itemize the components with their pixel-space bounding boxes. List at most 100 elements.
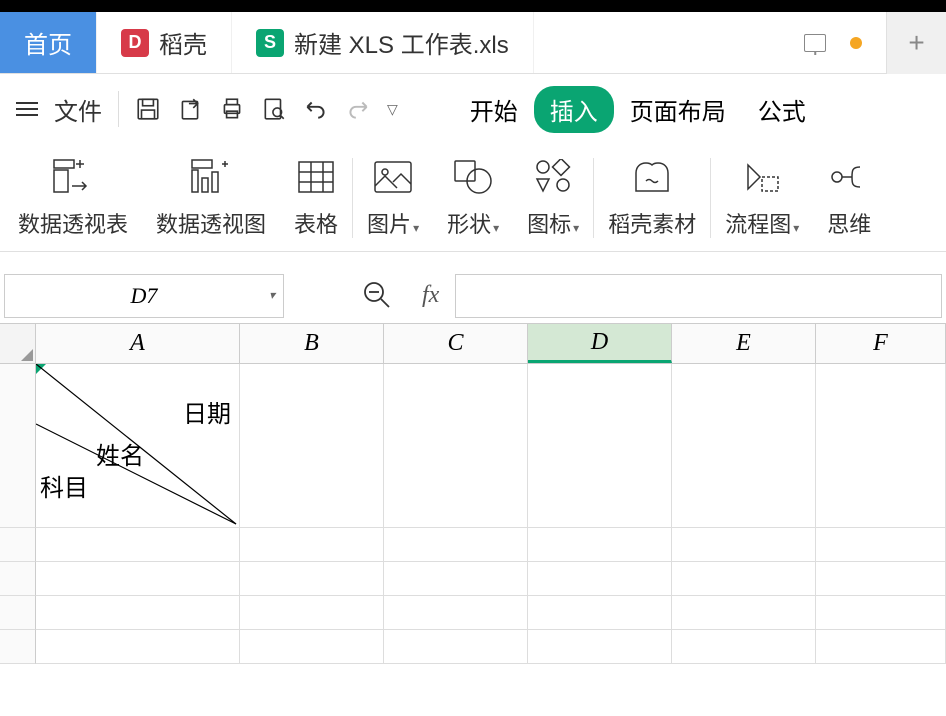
ribbon: 数据透视表 数据透视图 表格 图片▾ 形状▾ 图标▾ 稻壳素材: [0, 144, 946, 252]
col-header-d[interactable]: D: [528, 324, 672, 363]
pivot-table-icon: [51, 157, 95, 197]
cell-e4[interactable]: [672, 596, 816, 630]
spreadsheet-icon: S: [256, 29, 284, 57]
select-all-corner[interactable]: [0, 324, 36, 363]
chevron-down-icon: ▾: [269, 288, 275, 303]
cell-f2[interactable]: [816, 528, 946, 562]
cell-e5[interactable]: [672, 630, 816, 664]
cell-a4[interactable]: [36, 596, 240, 630]
cell-b2[interactable]: [240, 528, 384, 562]
docer-icon: D: [121, 29, 149, 57]
cell-c3[interactable]: [384, 562, 528, 596]
picture-button[interactable]: 图片▾: [353, 157, 433, 239]
cell-d3[interactable]: [528, 562, 672, 596]
diag-label-subject: 科目: [40, 468, 88, 503]
row-header-1[interactable]: [0, 364, 36, 528]
cell-f4[interactable]: [816, 596, 946, 630]
shapes-label: 形状▾: [447, 207, 499, 239]
print-icon: [219, 96, 245, 122]
row-header-3[interactable]: [0, 562, 36, 596]
cell-e3[interactable]: [672, 562, 816, 596]
cell-e2[interactable]: [672, 528, 816, 562]
table-button[interactable]: 表格: [280, 157, 352, 239]
cell-b5[interactable]: [240, 630, 384, 664]
col-header-e[interactable]: E: [672, 324, 816, 363]
tab-sheet-label: 新建 XLS 工作表.xls: [294, 25, 509, 60]
record-indicator-icon[interactable]: [850, 37, 862, 49]
icons-button[interactable]: 图标▾: [513, 157, 593, 239]
mindmap-label: 思维: [827, 207, 871, 239]
save-button[interactable]: [127, 88, 169, 130]
cell-a5[interactable]: [36, 630, 240, 664]
cell-a1[interactable]: 日期 姓名 科目: [36, 364, 240, 528]
cell-d2[interactable]: [528, 528, 672, 562]
cell-b4[interactable]: [240, 596, 384, 630]
cell-b1[interactable]: [240, 364, 384, 528]
column-headers: A B C D E F: [0, 324, 946, 364]
cell-d4[interactable]: [528, 596, 672, 630]
cell-f3[interactable]: [816, 562, 946, 596]
formula-input[interactable]: [455, 274, 942, 318]
hamburger-menu[interactable]: [8, 90, 46, 128]
cell-c2[interactable]: [384, 528, 528, 562]
tab-home[interactable]: 首页: [0, 12, 97, 73]
icons-icon: [531, 157, 575, 197]
fx-label[interactable]: fx: [422, 282, 439, 309]
pivot-table-button[interactable]: 数据透视表: [4, 157, 142, 239]
cell-d1[interactable]: [528, 364, 672, 528]
print-button[interactable]: [211, 88, 253, 130]
tab-docer-label: 稻壳: [159, 25, 207, 60]
docer-material-button[interactable]: 稻壳素材: [594, 157, 710, 239]
preview-button[interactable]: [253, 88, 295, 130]
pivot-table-label: 数据透视表: [18, 207, 128, 239]
flowchart-label: 流程图▾: [725, 207, 799, 239]
shapes-icon: [451, 157, 495, 197]
col-header-b[interactable]: B: [240, 324, 384, 363]
shapes-button[interactable]: 形状▾: [433, 157, 513, 239]
col-header-a[interactable]: A: [36, 324, 240, 363]
mindmap-button[interactable]: 思维: [813, 157, 885, 239]
name-box[interactable]: D7 ▾: [4, 274, 284, 318]
col-header-c[interactable]: C: [384, 324, 528, 363]
row-header-4[interactable]: [0, 596, 36, 630]
file-menu[interactable]: 文件: [46, 84, 110, 135]
new-tab-button[interactable]: +: [886, 12, 946, 74]
cell-f1[interactable]: [816, 364, 946, 528]
cell-c4[interactable]: [384, 596, 528, 630]
col-header-f[interactable]: F: [816, 324, 946, 363]
tab-insert[interactable]: 插入: [534, 86, 614, 133]
table-icon: [294, 157, 338, 197]
icons-label: 图标▾: [527, 207, 579, 239]
menu-bar: 文件 ▽ 开始 插入 页面布局 公式: [0, 74, 946, 144]
document-tabs: 首页 D 稻壳 S 新建 XLS 工作表.xls +: [0, 12, 946, 74]
cell-e1[interactable]: [672, 364, 816, 528]
pivot-chart-button[interactable]: 数据透视图: [142, 157, 280, 239]
presenter-icon[interactable]: [804, 34, 826, 52]
row-header-2[interactable]: [0, 528, 36, 562]
picture-icon: [371, 157, 415, 197]
row-headers: [0, 364, 36, 664]
cell-a3[interactable]: [36, 562, 240, 596]
cell-a2[interactable]: [36, 528, 240, 562]
cell-f5[interactable]: [816, 630, 946, 664]
tab-formula[interactable]: 公式: [742, 86, 822, 133]
tab-controls: [804, 12, 886, 73]
cell-c5[interactable]: [384, 630, 528, 664]
cell-b3[interactable]: [240, 562, 384, 596]
tab-docer[interactable]: D 稻壳: [97, 12, 232, 73]
cell-c1[interactable]: [384, 364, 528, 528]
tab-start[interactable]: 开始: [454, 86, 534, 133]
cell-d5[interactable]: [528, 630, 672, 664]
undo-button[interactable]: [295, 88, 337, 130]
row-header-5[interactable]: [0, 630, 36, 664]
tab-sheet[interactable]: S 新建 XLS 工作表.xls: [232, 12, 534, 73]
formula-bar: D7 ▾ fx: [0, 268, 946, 324]
preview-icon: [261, 96, 287, 122]
flowchart-button[interactable]: 流程图▾: [711, 157, 813, 239]
redo-button[interactable]: [337, 88, 379, 130]
qat-dropdown[interactable]: ▽: [379, 101, 406, 118]
mindmap-icon: [827, 157, 871, 197]
export-button[interactable]: [169, 88, 211, 130]
tab-page-layout[interactable]: 页面布局: [614, 86, 742, 133]
zoom-out-button[interactable]: [362, 280, 394, 312]
